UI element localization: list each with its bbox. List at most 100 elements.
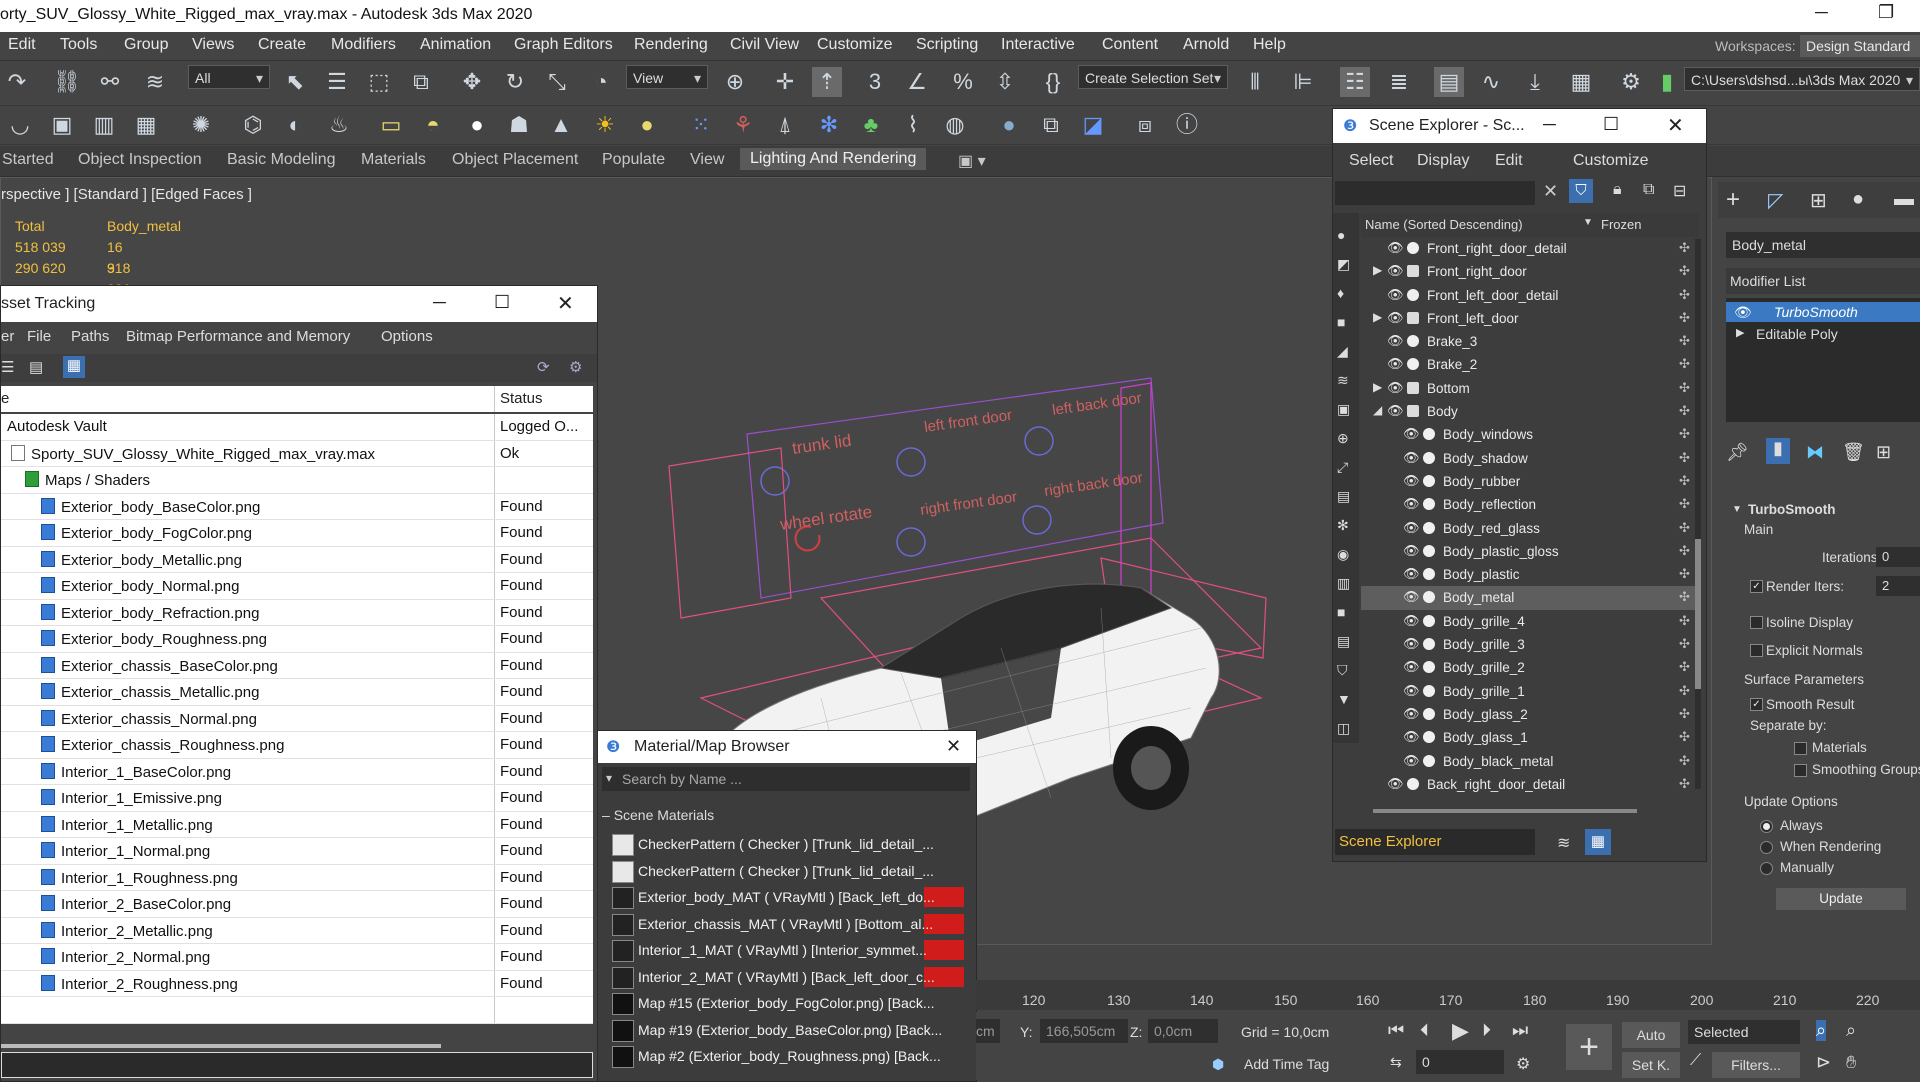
layers-icon[interactable]: ⊟ bbox=[1673, 181, 1686, 201]
asset-row[interactable]: Interior_2_Roughness.png Found bbox=[1, 970, 593, 997]
calculator-icon[interactable]: ▦ bbox=[131, 110, 161, 140]
menu-options[interactable]: Options bbox=[381, 328, 433, 345]
menu-animation[interactable]: Animation bbox=[420, 36, 491, 54]
frozen-toggle-icon[interactable]: ✣ bbox=[1679, 403, 1690, 419]
sphere-half-icon[interactable]: ◐ bbox=[280, 110, 310, 140]
scene-tree-row[interactable]: 👁︎ Body_grille_3 ✣ bbox=[1361, 633, 1699, 656]
visibility-eye-icon[interactable]: 👁︎ bbox=[1387, 356, 1404, 372]
expand-arrow-icon[interactable]: ▶ bbox=[1373, 263, 1382, 277]
asset-row[interactable]: Interior_1_Normal.png Found bbox=[1, 838, 593, 865]
hierarchy-view-icon[interactable]: ▦ bbox=[1585, 829, 1611, 855]
scene-horizontal-scrollbar[interactable] bbox=[1373, 809, 1637, 813]
menu-group[interactable]: Group bbox=[124, 36, 168, 54]
materials-checkbox[interactable] bbox=[1794, 742, 1807, 755]
scene-tree-row[interactable]: 👁︎ Body_plastic ✣ bbox=[1361, 563, 1699, 586]
asset-row[interactable] bbox=[1, 997, 593, 1024]
tab-object-inspection[interactable]: Object Inspection bbox=[78, 151, 202, 169]
teapot-icon[interactable]: ♨ bbox=[324, 110, 354, 140]
workspaces-dropdown[interactable]: Design Standard bbox=[1800, 35, 1920, 57]
x-coordinate-field[interactable]: cm bbox=[976, 1019, 1000, 1043]
add-time-tag-label[interactable]: Add Time Tag bbox=[1244, 1056, 1329, 1072]
filter-icons[interactable]: ● ◩ ♦ ■ ◢ ≋ ▣ ⊕ ⤢ ▤ ✻ ◉ ▥ ■ ▤ ⛉ ▼ ◫ bbox=[1337, 221, 1351, 743]
maximize-icon[interactable]: ☐ bbox=[494, 292, 510, 313]
menu-scripting[interactable]: Scripting bbox=[916, 36, 978, 54]
scene-tree-row[interactable]: ◢ 👁︎ Body ✣ bbox=[1361, 400, 1699, 423]
decal-icon[interactable]: ⍋ bbox=[770, 110, 800, 140]
asset-row[interactable]: Maps / Shaders bbox=[1, 467, 593, 494]
isoline-display-checkbox[interactable] bbox=[1750, 616, 1763, 629]
menu-server[interactable]: er bbox=[1, 328, 14, 345]
ribbon-options-icon[interactable]: ▣ ▾ bbox=[958, 151, 986, 171]
tab-populate[interactable]: Populate bbox=[602, 151, 665, 169]
menu-civil-view[interactable]: Civil View bbox=[730, 36, 799, 54]
frozen-toggle-icon[interactable]: ✣ bbox=[1679, 589, 1690, 605]
visibility-eye-icon[interactable]: 👁︎ bbox=[1387, 240, 1404, 256]
tab-get-started[interactable]: Started bbox=[2, 151, 54, 169]
document-icon[interactable]: ▥ bbox=[89, 110, 119, 140]
unlink-icon[interactable]: ⚯ bbox=[95, 67, 125, 97]
material-editor-icon[interactable]: ▦ bbox=[1566, 67, 1596, 97]
always-radio[interactable] bbox=[1760, 820, 1773, 833]
visibility-eye-icon[interactable]: 👁︎ bbox=[1403, 543, 1420, 559]
visibility-eye-icon[interactable]: 👁︎ bbox=[1403, 683, 1420, 699]
spline-icon[interactable]: ◡ bbox=[5, 110, 35, 140]
place-icon[interactable]: ◔ bbox=[586, 67, 616, 97]
menu-display[interactable]: Display bbox=[1417, 152, 1469, 170]
make-unique-icon[interactable]: ⧓ bbox=[1806, 442, 1824, 463]
volume-icon[interactable]: ✻ bbox=[814, 110, 844, 140]
rotate-icon[interactable]: ↻ bbox=[500, 67, 530, 97]
frozen-toggle-icon[interactable]: ✣ bbox=[1679, 426, 1690, 442]
bind-space-warp-icon[interactable]: ≋ bbox=[140, 67, 170, 97]
expand-arrow-icon[interactable]: ▶ bbox=[1736, 326, 1744, 339]
scene-tree-row[interactable]: 👁︎ Front_right_door_detail ✣ bbox=[1361, 237, 1699, 260]
column-status[interactable]: Status bbox=[500, 390, 543, 407]
time-config-icon[interactable]: ⚙ bbox=[1516, 1054, 1530, 1074]
configure-sets-icon[interactable]: ⊞ bbox=[1876, 442, 1891, 463]
asset-row[interactable]: Sporty_SUV_Glossy_White_Rigged_max_vray.… bbox=[1, 440, 593, 467]
scene-tree-row[interactable]: 👁︎ Body_shadow ✣ bbox=[1361, 447, 1699, 470]
frozen-toggle-icon[interactable]: ✣ bbox=[1679, 240, 1690, 256]
column-name[interactable]: e bbox=[1, 390, 9, 407]
remove-modifier-icon[interactable]: 🗑︎ bbox=[1842, 442, 1865, 463]
asset-horizontal-scrollbar[interactable] bbox=[1, 1044, 441, 1048]
menu-file[interactable]: File bbox=[27, 328, 51, 345]
sphere-light-icon[interactable]: ● bbox=[462, 110, 492, 140]
frozen-toggle-icon[interactable]: ✣ bbox=[1679, 659, 1690, 675]
visibility-eye-icon[interactable]: 👁︎ bbox=[1403, 496, 1420, 512]
edit-named-selection-icon[interactable]: {} bbox=[1038, 67, 1068, 97]
curve-editor-icon[interactable]: ∿ bbox=[1476, 67, 1506, 97]
go-to-end-icon[interactable]: ⏭ bbox=[1512, 1020, 1528, 1041]
scene-tree-row[interactable]: 👁︎ Body_windows ✣ bbox=[1361, 423, 1699, 446]
menu-paths[interactable]: Paths bbox=[71, 328, 109, 345]
scene-tree-row[interactable]: 👁︎ Body_grille_1 ✣ bbox=[1361, 680, 1699, 703]
expand-arrow-icon[interactable]: ▶ bbox=[1373, 380, 1382, 394]
visibility-eye-icon[interactable]: 👁︎ bbox=[1387, 403, 1404, 419]
menu-customize[interactable]: Customize bbox=[1573, 152, 1649, 170]
frozen-toggle-icon[interactable]: ✣ bbox=[1679, 310, 1690, 326]
tab-basic-modeling[interactable]: Basic Modeling bbox=[227, 151, 336, 169]
help-icon[interactable]: ⓘ bbox=[1172, 110, 1202, 140]
scale-icon[interactable]: ⤡ bbox=[542, 67, 572, 97]
collapse-arrow-icon[interactable]: ◢ bbox=[1373, 403, 1382, 417]
scene-tree-row[interactable]: 👁︎ Body_red_glass ✣ bbox=[1361, 517, 1699, 540]
visibility-eye-icon[interactable]: 👁︎ bbox=[1403, 589, 1420, 605]
frozen-toggle-icon[interactable]: ✣ bbox=[1679, 520, 1690, 536]
play-icon[interactable]: ▶ bbox=[1452, 1018, 1469, 1044]
asset-row[interactable]: Interior_2_Normal.png Found bbox=[1, 944, 593, 971]
material-item[interactable]: Map #15 (Exterior_body_FogColor.png) [Ba… bbox=[612, 990, 964, 1017]
asset-row[interactable]: Exterior_chassis_Roughness.png Found bbox=[1, 732, 593, 759]
visibility-eye-icon[interactable]: 👁︎ bbox=[1403, 613, 1420, 629]
frozen-toggle-icon[interactable]: ✣ bbox=[1679, 613, 1690, 629]
tab-view[interactable]: View bbox=[690, 151, 724, 169]
minimize-icon[interactable]: ─ bbox=[433, 292, 446, 313]
when-rendering-radio[interactable] bbox=[1760, 841, 1773, 854]
frozen-toggle-icon[interactable]: ✣ bbox=[1679, 287, 1690, 303]
rollout-collapse-icon[interactable]: ▼ bbox=[1732, 504, 1742, 515]
visibility-eye-icon[interactable]: 👁︎ bbox=[1387, 310, 1404, 326]
material-sphere-icon[interactable]: ● bbox=[994, 110, 1024, 140]
angle-snap-icon[interactable]: ∠ bbox=[902, 67, 932, 97]
named-selection-set-dropdown[interactable]: Create Selection Set bbox=[1078, 65, 1228, 90]
visibility-eye-icon[interactable]: 👁︎ bbox=[1387, 333, 1404, 349]
particles-icon[interactable]: ⁙ bbox=[686, 110, 716, 140]
align-icon[interactable]: ⊫ bbox=[1288, 67, 1318, 97]
